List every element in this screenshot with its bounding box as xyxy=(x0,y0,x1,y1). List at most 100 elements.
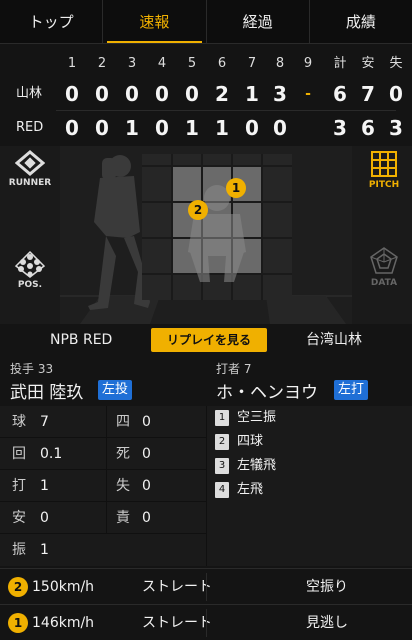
pitch-grid-icon xyxy=(371,151,397,177)
at-bat-text: 四球 xyxy=(237,434,264,449)
pitch-log-divider xyxy=(206,609,207,637)
inning-header: 2 xyxy=(97,56,107,71)
tab-progress[interactable]: 経過 xyxy=(207,0,310,43)
inning-header: 4 xyxy=(157,56,167,71)
inning-header: 1 xyxy=(67,56,77,71)
pitch-log-row[interactable]: 1 146km/h ストレート 見逃し xyxy=(0,604,412,640)
fielder-positions-icon xyxy=(14,250,46,278)
inning-score: 0 xyxy=(95,82,109,106)
stat-row: 打 1 失 0 xyxy=(0,470,206,502)
pitch-type: ストレート xyxy=(142,615,212,631)
pitch-type: ストレート xyxy=(142,579,212,595)
pitch-view-button[interactable]: PITCH xyxy=(356,150,412,190)
batter-name[interactable]: ホ・ヘンヨウ xyxy=(216,378,318,403)
tab-top[interactable]: トップ xyxy=(0,0,104,43)
pitch-speed: 150km/h xyxy=(32,579,95,595)
inning-score: 0 xyxy=(155,116,169,140)
tab-stats[interactable]: 成績 xyxy=(310,0,412,43)
top-tab-bar: トップ 速報 経過 成績 xyxy=(0,0,412,44)
pitch-marker[interactable]: 1 xyxy=(226,178,246,198)
at-bat-number: 1 xyxy=(215,410,229,426)
data-view-button[interactable]: DATA xyxy=(356,246,412,288)
pitch-log-divider xyxy=(206,573,207,601)
stat-value: 1 xyxy=(40,478,49,494)
inning-score: 0 xyxy=(65,116,79,140)
batter-number: 7 xyxy=(243,362,252,376)
inning-header: 8 xyxy=(275,56,285,71)
inning-score: 1 xyxy=(185,116,199,140)
stat-row: 回 0.1 死 0 xyxy=(0,438,206,470)
scoreboard-row-away: 山林 0 0 0 0 0 2 1 3 - 6 7 0 xyxy=(0,80,412,108)
pitch-log-row[interactable]: 2 150km/h ストレート 空振り xyxy=(0,568,412,604)
batter-hand-badge: 左打 xyxy=(334,380,369,400)
inning-header: 7 xyxy=(247,56,257,71)
stat-value: 0 xyxy=(142,478,151,494)
tab-live[interactable]: 速報 xyxy=(103,0,207,43)
total-runs: 3 xyxy=(333,116,347,140)
pitcher-number: 33 xyxy=(37,362,54,376)
inning-score: 0 xyxy=(245,116,259,140)
at-bat-number: 2 xyxy=(215,434,229,450)
away-team-name: 台湾山林 xyxy=(306,332,362,348)
pitcher-hand-badge: 左投 xyxy=(98,380,133,400)
pitcher-role-label: 投手 xyxy=(10,362,35,376)
at-bat-text: 左犠飛 xyxy=(237,458,277,473)
pitcher-name[interactable]: 武田 陸玖 xyxy=(10,378,83,403)
inning-score: 1 xyxy=(245,82,259,106)
total-hits: 7 xyxy=(361,82,375,106)
stat-value: 0 xyxy=(142,414,151,430)
pitch-label: PITCH xyxy=(368,180,400,190)
home-team-name: NPB RED xyxy=(50,332,113,348)
stat-key: 失 xyxy=(116,478,130,494)
stat-value: 0.1 xyxy=(40,446,63,462)
pitch-marker[interactable]: 2 xyxy=(188,200,208,220)
pos-label: POS. xyxy=(17,280,43,290)
replay-bar: NPB RED リプレイを見る 台湾山林 xyxy=(0,324,412,356)
pitch-result: 見逃し xyxy=(306,615,348,631)
inning-score: 0 xyxy=(125,82,139,106)
total-runs: 6 xyxy=(333,82,347,106)
stat-key: 打 xyxy=(12,478,26,494)
inning-header: 6 xyxy=(217,56,227,71)
team-name: RED xyxy=(16,120,44,135)
at-bat-number: 3 xyxy=(215,458,229,474)
replay-button[interactable]: リプレイを見る xyxy=(151,328,267,352)
inning-score: - xyxy=(305,86,311,102)
at-bat-number: 4 xyxy=(215,482,229,498)
at-bat-text: 空三振 xyxy=(237,410,277,425)
inning-score: 0 xyxy=(65,82,79,106)
runner-view-button[interactable]: RUNNER xyxy=(2,150,58,188)
batter-role-label: 打者 xyxy=(216,362,241,376)
inning-score: 1 xyxy=(215,116,229,140)
total-runs-header: 計 xyxy=(333,56,347,71)
pitch-number: 2 xyxy=(8,577,28,597)
stat-key: 回 xyxy=(12,446,26,462)
radar-chart-icon xyxy=(370,247,398,274)
batter-role: 打者 7 xyxy=(216,360,251,377)
stat-key: 安 xyxy=(12,510,26,526)
at-bat-text: 左飛 xyxy=(237,482,264,497)
inning-header: 3 xyxy=(127,56,137,71)
data-label: DATA xyxy=(370,278,398,288)
stat-value: 0 xyxy=(142,446,151,462)
pitch-result: 空振り xyxy=(306,579,348,595)
pitcher-stats: 球 7 四 0 回 0.1 死 0 打 1 失 0 安 0 責 0 振 1 xyxy=(0,406,206,566)
stat-value: 0 xyxy=(142,510,151,526)
team-name: 山林 xyxy=(16,86,43,101)
scoreboard-header: 1 2 3 4 5 6 7 8 9 計 安 失 xyxy=(0,50,412,78)
inning-header: 9 xyxy=(303,56,313,71)
position-view-button[interactable]: POS. xyxy=(2,250,58,290)
stat-key: 球 xyxy=(12,414,26,430)
inning-score: 0 xyxy=(185,82,199,106)
scoreboard: 1 2 3 4 5 6 7 8 9 計 安 失 山林 0 0 0 0 0 2 1… xyxy=(0,44,412,146)
total-hits: 6 xyxy=(361,116,375,140)
inning-score: 0 xyxy=(273,116,287,140)
inning-score: 1 xyxy=(125,116,139,140)
pitch-number: 1 xyxy=(8,613,28,633)
scoreboard-row-home: RED 0 0 1 0 1 1 0 0 3 6 3 xyxy=(0,114,412,142)
stat-key: 責 xyxy=(116,510,130,526)
diamond-icon xyxy=(15,150,45,176)
total-errors: 0 xyxy=(389,82,403,106)
stat-row: 球 7 四 0 xyxy=(0,406,206,438)
stat-value: 0 xyxy=(40,510,49,526)
